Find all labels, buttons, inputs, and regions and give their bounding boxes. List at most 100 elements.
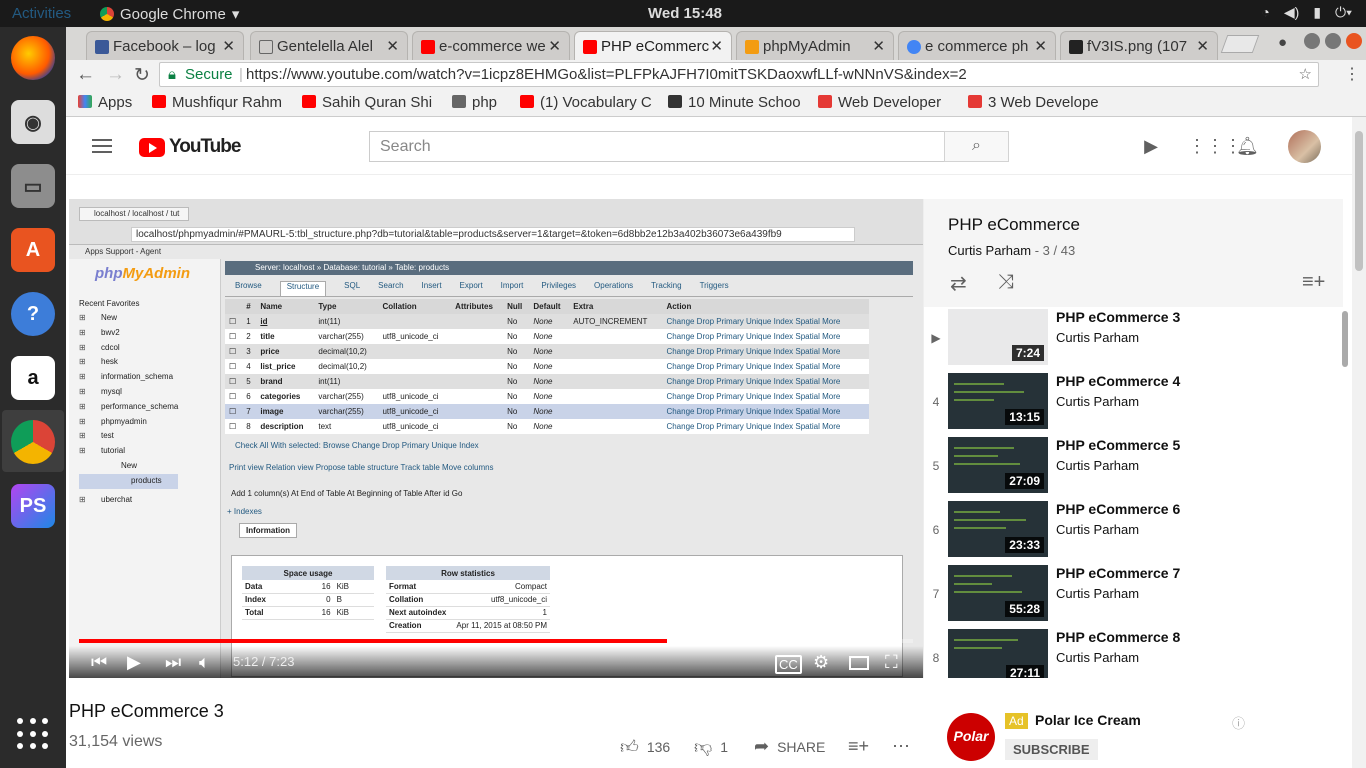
tab-gentelella[interactable]: Gentelella Alel ✕ (250, 31, 408, 60)
playlist-scrollbar[interactable] (1342, 311, 1348, 367)
window-controls[interactable] (1304, 33, 1362, 49)
close-icon[interactable]: ✕ (1196, 37, 1209, 55)
search-button[interactable]: ⌕ (944, 131, 1009, 162)
power-icon: ⏻▾ (1335, 4, 1352, 20)
avatar[interactable] (1288, 130, 1321, 163)
playlist-item[interactable]: 8 27:11 PHP eCommerce 8 Curtis Parham (924, 629, 1329, 678)
dislike-button[interactable]: 👎︎ 1 (694, 736, 728, 758)
star-icon[interactable]: ☆ (1299, 65, 1312, 83)
forward-icon[interactable]: → (106, 64, 125, 86)
loop-icon[interactable]: ⇄ (950, 271, 967, 296)
tab-google-search[interactable]: e commerce ph ✕ (898, 31, 1056, 60)
bookmark-php-folder[interactable]: php (452, 94, 497, 111)
close-icon[interactable]: ✕ (222, 37, 235, 55)
rhythmbox-icon[interactable]: ◉ (11, 100, 55, 144)
bookmarks-bar: Apps Mushfiqur Rahm Sahih Quran Shi php … (66, 89, 1366, 117)
volume-icon[interactable]: 🔈︎ (199, 652, 210, 673)
bookmark-web-developer[interactable]: Web Developer (818, 94, 956, 111)
phpstorm-icon[interactable]: PS (11, 484, 55, 528)
playlist-item[interactable]: 7 55:28 PHP eCommerce 7 Curtis Parham (924, 565, 1329, 629)
bookmark-3-web-developer[interactable]: 3 Web Develope (968, 94, 1108, 111)
clock[interactable]: Wed 15:48 (648, 5, 722, 22)
maximize-icon[interactable] (1325, 33, 1341, 49)
files-icon[interactable]: ▭ (11, 164, 55, 208)
playlist-item[interactable]: ▶ 7:24 PHP eCommerce 3 Curtis Parham (924, 309, 1329, 373)
video-browser-chrome: localhost / localhost / tut localhost/ph… (69, 199, 923, 245)
minimize-icon[interactable] (1304, 33, 1320, 49)
google-icon (907, 40, 921, 54)
theater-mode-icon[interactable] (849, 656, 869, 670)
next-icon[interactable]: ⏭ (165, 652, 181, 673)
table-row: ☐ 2 title varchar(255) utf8_unicode_ci No None… (225, 329, 869, 344)
video-player[interactable]: localhost / localhost / tut localhost/ph… (69, 199, 923, 678)
new-tab-button[interactable] (1220, 35, 1260, 53)
search-input[interactable]: Search (369, 131, 945, 162)
system-tray[interactable]: ◔ ◀) ▮ ⏻▾ (1261, 4, 1352, 21)
table-row: ☐ 8 description text utf8_unicode_ci No None Ch… (225, 419, 869, 434)
hamburger-menu-icon[interactable] (92, 139, 112, 153)
apps-grid-icon[interactable]: ⋮⋮⋮ (1188, 136, 1242, 158)
youtube-icon (302, 95, 316, 108)
create-video-icon[interactable]: ▶︎ (1140, 136, 1162, 158)
back-icon[interactable]: ← (76, 64, 95, 86)
close-icon[interactable]: ✕ (872, 37, 885, 55)
tab-phpmyadmin[interactable]: phpMyAdmin ✕ (736, 31, 894, 60)
playlist-item[interactable]: 4 13:15 PHP eCommerce 4 Curtis Parham (924, 373, 1329, 437)
subscribe-button[interactable]: SUBSCRIBE (1005, 739, 1098, 760)
add-to-playlist-icon[interactable]: ≡+ (1302, 271, 1325, 294)
show-applications-icon[interactable] (17, 718, 49, 750)
play-icon[interactable]: ▶ (127, 652, 141, 673)
url-bar[interactable]: 🔒︎ Secure | https://www.youtube.com/watc… (159, 62, 1319, 87)
video-time: 5:12 / 7:23 (233, 654, 295, 669)
video-tab: localhost / localhost / tut (79, 207, 189, 221)
reload-icon[interactable]: ↻ (134, 64, 150, 87)
settings-gear-icon[interactable]: ⚙ (813, 652, 829, 673)
bookmark-sahih-quran[interactable]: Sahih Quran Shi (302, 94, 442, 111)
bookmark-apps[interactable]: Apps (78, 94, 132, 111)
tab-ecommerce-video[interactable]: e-commerce we ✕ (412, 31, 570, 60)
help-icon[interactable]: ? (11, 292, 55, 336)
info-icon[interactable]: ⓘ (1232, 713, 1245, 732)
firefox-icon[interactable] (11, 36, 55, 80)
playlist-title[interactable]: PHP eCommerce (948, 215, 1080, 235)
activities-button[interactable]: Activities (12, 5, 71, 22)
scrollbar-thumb[interactable] (1355, 131, 1363, 271)
bookmark-vocabulary[interactable]: (1) Vocabulary C (520, 94, 656, 111)
amazon-icon[interactable]: a (11, 356, 55, 400)
notifications-bell-icon[interactable]: 🔔︎ (1236, 136, 1259, 158)
close-window-icon[interactable] (1346, 33, 1362, 49)
player-controls: ⏮ ▶ ⏭ 🔈︎ 5:12 / 7:23 CC ⚙ ⛶ (69, 646, 923, 678)
page-scrollbar[interactable] (1352, 117, 1366, 768)
ad-name[interactable]: Polar Ice Cream (1035, 712, 1141, 728)
menu-kebab-icon[interactable]: ⋮ (1344, 64, 1360, 84)
tab-php-ecommerce[interactable]: PHP eCommerc ✕ (574, 31, 732, 60)
bookmark-10-minute-school[interactable]: 10 Minute Schoo (668, 94, 808, 111)
close-icon[interactable]: ✕ (710, 37, 723, 55)
like-button[interactable]: 👍︎ 136 (620, 736, 670, 758)
profile-icon[interactable]: ● (1278, 34, 1287, 51)
pma-main: Server: localhost » Database: tutorial »… (225, 261, 913, 677)
playlist-item[interactable]: 5 27:09 PHP eCommerce 5 Curtis Parham (924, 437, 1329, 501)
chevron-down-icon: ▾ (231, 6, 240, 23)
tab-image[interactable]: fV3IS.png (107 ✕ (1060, 31, 1218, 60)
video-progress-bar[interactable] (79, 639, 913, 643)
previous-icon[interactable]: ⏮ (91, 652, 107, 673)
youtube-icon (421, 40, 435, 54)
youtube-logo[interactable]: YouTube (139, 136, 241, 158)
close-icon[interactable]: ✕ (386, 37, 399, 55)
tab-facebook[interactable]: Facebook – log ✕ (86, 31, 244, 60)
software-center-icon[interactable]: A (11, 228, 55, 272)
close-icon[interactable]: ✕ (1034, 37, 1047, 55)
share-button[interactable]: ➦ SHARE (754, 736, 825, 757)
polar-logo[interactable]: Polar (947, 713, 995, 761)
app-menu[interactable]: Google Chrome ▾ (100, 5, 239, 23)
close-icon[interactable]: ✕ (548, 37, 561, 55)
bookmark-mushfiqur[interactable]: Mushfiqur Rahm (152, 94, 294, 111)
captions-icon[interactable]: CC (775, 655, 802, 674)
more-actions-icon[interactable]: ⋯ (892, 736, 910, 757)
save-to-playlist-icon[interactable]: ≡+ (848, 736, 869, 757)
playlist-item[interactable]: 6 23:33 PHP eCommerce 6 Curtis Parham (924, 501, 1329, 565)
chrome-dock-icon[interactable] (11, 420, 55, 464)
fullscreen-icon[interactable]: ⛶ (885, 652, 898, 673)
shuffle-icon[interactable]: ⤨ (998, 271, 1014, 294)
